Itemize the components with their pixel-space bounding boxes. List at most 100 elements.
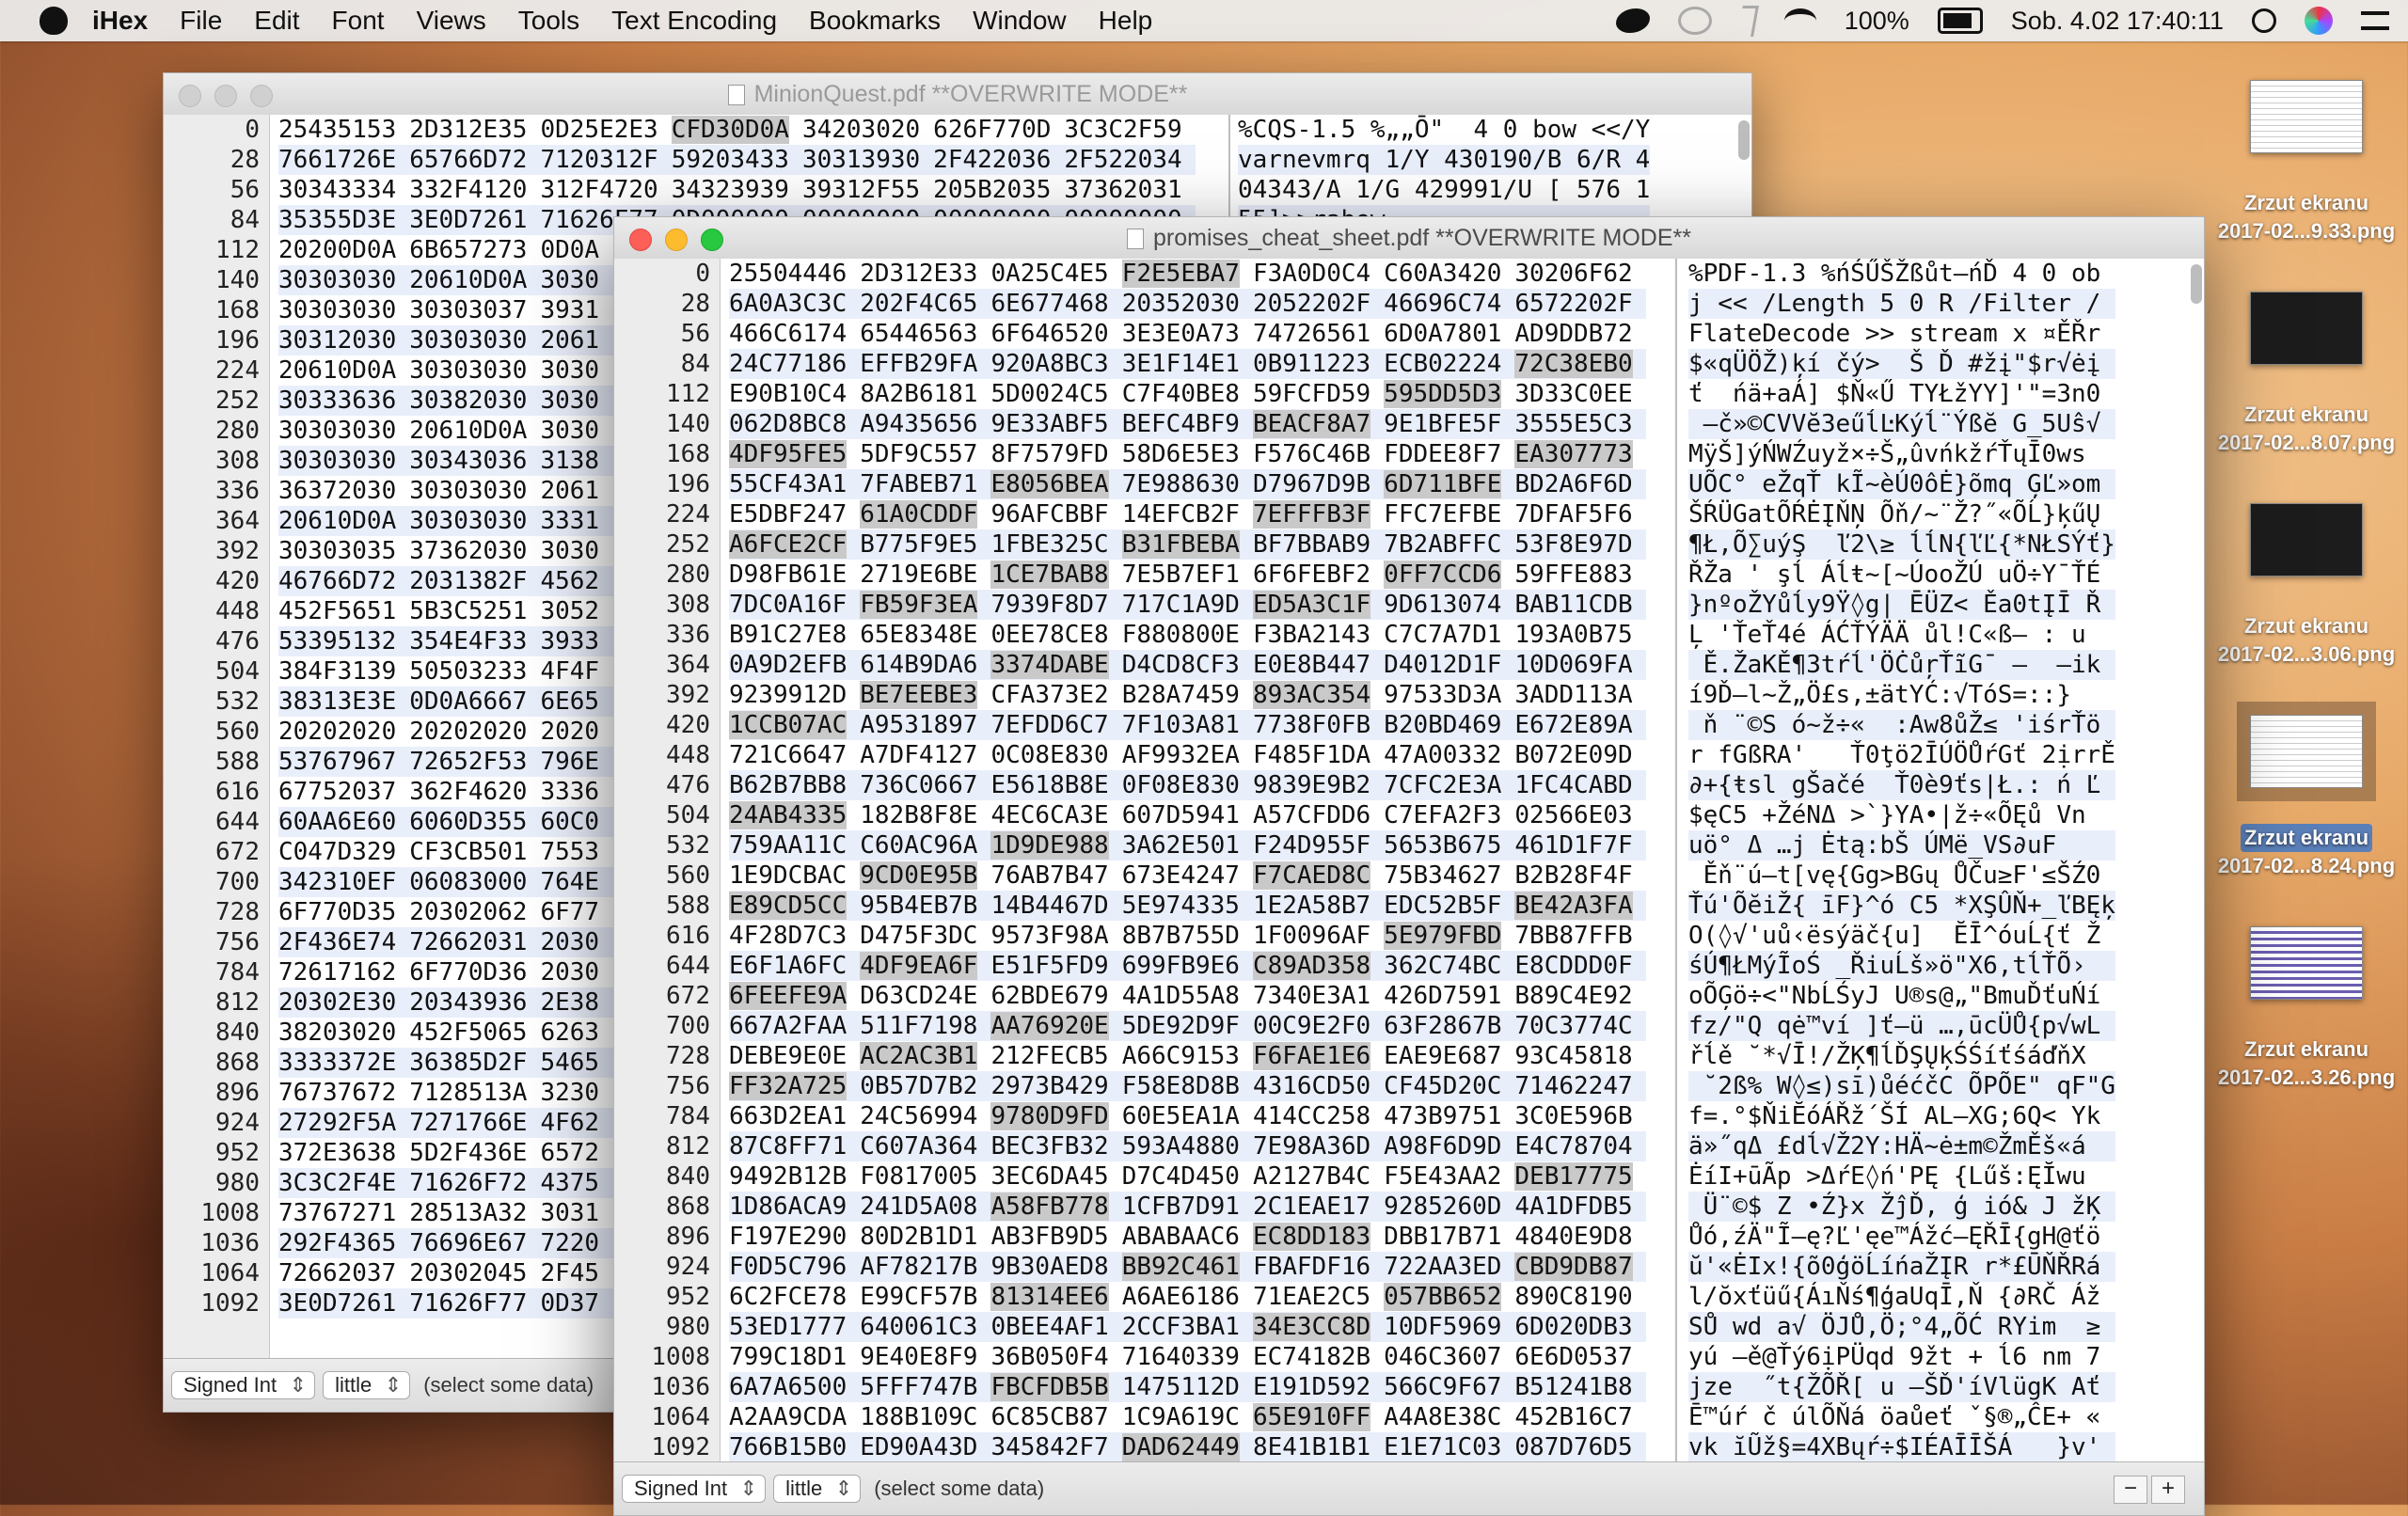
hex-group[interactable]: B31FBEBA <box>1121 530 1240 559</box>
hex-group[interactable]: 9B30AED8 <box>990 1253 1108 1281</box>
hex-group[interactable]: 20200D0A <box>278 236 396 264</box>
apple-icon[interactable] <box>40 7 68 35</box>
hex-group[interactable]: E51F5FD9 <box>990 952 1108 980</box>
hex-group[interactable]: 2052202F <box>1253 290 1370 318</box>
hex-group[interactable]: 9573F98A <box>990 922 1108 950</box>
hex-row[interactable]: 721C6647 A7DF4127 0C08E830 AF9932EA F485F1DA… <box>729 740 1646 770</box>
hex-group[interactable]: 46696C74 <box>1384 290 1501 318</box>
hex-group[interactable]: B775F9E5 <box>860 530 977 559</box>
hex-row[interactable]: B62B7BB8 736C0667 E5618B8E 0F08E830 9839E9B2… <box>729 770 1646 800</box>
hex-group[interactable]: 3555E5C3 <box>1514 410 1632 438</box>
hex-group[interactable]: 7E5B7EF1 <box>1122 561 1240 589</box>
hex-group[interactable]: 736C0667 <box>860 771 977 799</box>
hex-group[interactable]: 71462247 <box>1514 1072 1632 1100</box>
hex-group[interactable]: 511F7198 <box>860 1012 977 1040</box>
text-row[interactable]: varnevmrq 1/Y 430190/B 6/R 4 <box>1238 145 1651 175</box>
hex-group[interactable]: 34E3CC8D <box>1252 1313 1371 1341</box>
hex-group[interactable]: 4375 <box>540 1169 599 1197</box>
hex-group[interactable]: 76696E67 <box>409 1229 527 1257</box>
hex-group[interactable]: 452F5065 <box>409 1019 527 1047</box>
hex-group[interactable]: 30303030 <box>409 326 527 355</box>
hex-group[interactable]: 8B7B755D <box>1122 922 1240 950</box>
hex-group[interactable]: 65E910FF <box>1252 1403 1371 1431</box>
hex-group[interactable]: F197E290 <box>729 1223 847 1251</box>
vertical-scrollbar[interactable] <box>1738 120 1750 160</box>
hex-group[interactable]: FFC7EFBE <box>1384 500 1501 529</box>
hex-group[interactable]: 0D25E2E3 <box>540 116 657 144</box>
hex-group[interactable]: 9492B12B <box>729 1162 847 1191</box>
hex-group[interactable]: 20610D0A <box>409 417 527 445</box>
hex-group[interactable]: 2F522034 <box>1064 146 1181 174</box>
hex-group[interactable]: 20202020 <box>409 718 527 746</box>
hex-group[interactable]: 7661726E <box>278 146 396 174</box>
window-titlebar[interactable]: MinionQuest.pdf **OVERWRITE MODE** <box>164 73 1751 116</box>
hex-group[interactable]: 6A0A3C3C <box>729 290 847 318</box>
hex-group[interactable]: D63CD24E <box>860 982 977 1010</box>
hex-group[interactable]: 7340E3A1 <box>1253 982 1370 1010</box>
hex-group[interactable]: 6C2FCE78 <box>729 1283 847 1311</box>
wifi-icon[interactable] <box>1783 8 1816 33</box>
hex-group[interactable]: CF45D20C <box>1384 1072 1501 1100</box>
hex-group[interactable]: 717C1A9D <box>1122 591 1240 619</box>
text-row[interactable]: fz/"Q qė™ví ]ť–ü …,ūcÜŮ{p√wL <box>1688 1011 2115 1041</box>
hex-row[interactable]: 53ED1777 640061C3 0BEE4AF1 2CCF3BA1 34E3CC8D… <box>729 1312 1646 1342</box>
hex-group[interactable]: C60AC96A <box>860 831 977 860</box>
menu-text-encoding[interactable]: Text Encoding <box>611 6 777 36</box>
hex-group[interactable]: 74726561 <box>1253 320 1370 348</box>
text-row[interactable]: řĺě ˘*√Ī!/ŽĶ¶ĺĎŞŲķŚŚíťśáďňX <box>1688 1041 2115 1071</box>
hex-group[interactable]: 06083000 <box>409 868 527 896</box>
hex-group[interactable]: 0D0A <box>540 236 599 264</box>
hex-row[interactable]: E6F1A6FC 4DF9EA6F E51F5FD9 699FB9E6 C89AD358… <box>729 951 1646 981</box>
hex-group[interactable]: 890C8190 <box>1514 1283 1632 1311</box>
hex-group[interactable]: 1CFB7D91 <box>1122 1192 1240 1221</box>
text-row[interactable]: f=.°$ŇiĔóÁŘž´ŠÍ AL–XG;6Q< Yk <box>1688 1101 2115 1131</box>
hex-group[interactable]: F24D955F <box>1253 831 1370 860</box>
hex-group[interactable]: 3333372E <box>278 1049 396 1077</box>
hex-group[interactable]: 2973B429 <box>990 1072 1108 1100</box>
hex-group[interactable]: 46766D72 <box>278 567 396 595</box>
hex-group[interactable]: 362F4620 <box>409 778 527 806</box>
text-row[interactable]: r fGßRA' Ť0ţö2ĪÚÖŮŕGť 2ịrrĚ <box>1688 740 2115 770</box>
hex-group[interactable]: F576C46B <box>1253 440 1370 468</box>
text-row[interactable]: SŮ wd a√ ÖJŮ,Ö;°4„ÕĆ RYim ≥ <box>1688 1312 2115 1342</box>
hex-group[interactable]: 3E1F14E1 <box>1122 350 1240 378</box>
battery-charging-icon[interactable] <box>1937 8 1983 34</box>
hex-group[interactable]: 3030 <box>540 356 599 385</box>
hex-group[interactable]: 27292F5A <box>278 1109 396 1137</box>
hex-group[interactable]: 30303037 <box>409 296 527 324</box>
hex-group[interactable]: 452F5651 <box>278 597 396 625</box>
hex-group[interactable]: A6FCE2CF <box>729 530 848 559</box>
hex-group[interactable]: 9839E9B2 <box>1253 771 1370 799</box>
minimize-button[interactable] <box>214 85 237 107</box>
hex-row[interactable]: E89CD5CC 95B4EB7B 14B4467D 5E974335 1E2A58B7… <box>729 891 1646 921</box>
hex-group[interactable]: 87C8FF71 <box>729 1132 847 1161</box>
hex-group[interactable]: 50503233 <box>409 657 527 686</box>
hex-group[interactable]: 47A00332 <box>1384 741 1501 769</box>
hex-group[interactable]: 4EC6CA3E <box>990 801 1108 829</box>
hex-group[interactable]: 30312030 <box>278 326 396 355</box>
hex-group[interactable]: 7939F8D7 <box>990 591 1108 619</box>
text-row[interactable]: uö° Δ …j Ėtą:bŠ ÚMë_VS∂uF <box>1688 830 2115 861</box>
hex-group[interactable]: 4A1DFDB5 <box>1514 1192 1632 1221</box>
menu-app-ihex[interactable]: iHex <box>92 6 148 36</box>
hex-group[interactable]: 28513A32 <box>409 1199 527 1227</box>
hex-group[interactable]: 1CE7BAB8 <box>990 561 1109 589</box>
hex-group[interactable]: 3E0D7261 <box>278 1289 396 1318</box>
menu-font[interactable]: Font <box>332 6 385 36</box>
hex-view[interactable]: 0 28 56 84 112 140 168 196 224 252 280 308 336 364 392… <box>614 259 2204 1462</box>
hex-group[interactable]: DBB17B71 <box>1384 1223 1501 1251</box>
hex-group[interactable]: 7220 <box>540 1229 599 1257</box>
text-row[interactable]: Ěň¨ú–t[vę{Gg>BGų ŮČu≥F'≤ŠŹ0 <box>1688 861 2115 891</box>
hex-group[interactable]: AB3FB9D5 <box>990 1223 1108 1251</box>
hex-group[interactable]: F2E5EBA7 <box>1121 260 1240 288</box>
hex-group[interactable]: 7553 <box>540 838 599 866</box>
hex-group[interactable]: 345842F7 <box>990 1433 1108 1461</box>
hex-group[interactable]: F880800E <box>1122 621 1240 649</box>
hex-group[interactable]: 59203433 <box>672 146 789 174</box>
hex-group[interactable]: 2F45 <box>540 1259 599 1287</box>
hex-row[interactable]: 1CCB07AC A9531897 7EFDD6C7 7F103A81 7738F0FB… <box>729 710 1646 740</box>
hex-group[interactable]: 663D2EA1 <box>729 1102 847 1130</box>
hex-group[interactable]: 36385D2F <box>409 1049 527 1077</box>
hex-group[interactable]: 2030 <box>540 958 599 987</box>
hex-group[interactable]: 0C08E830 <box>990 741 1108 769</box>
